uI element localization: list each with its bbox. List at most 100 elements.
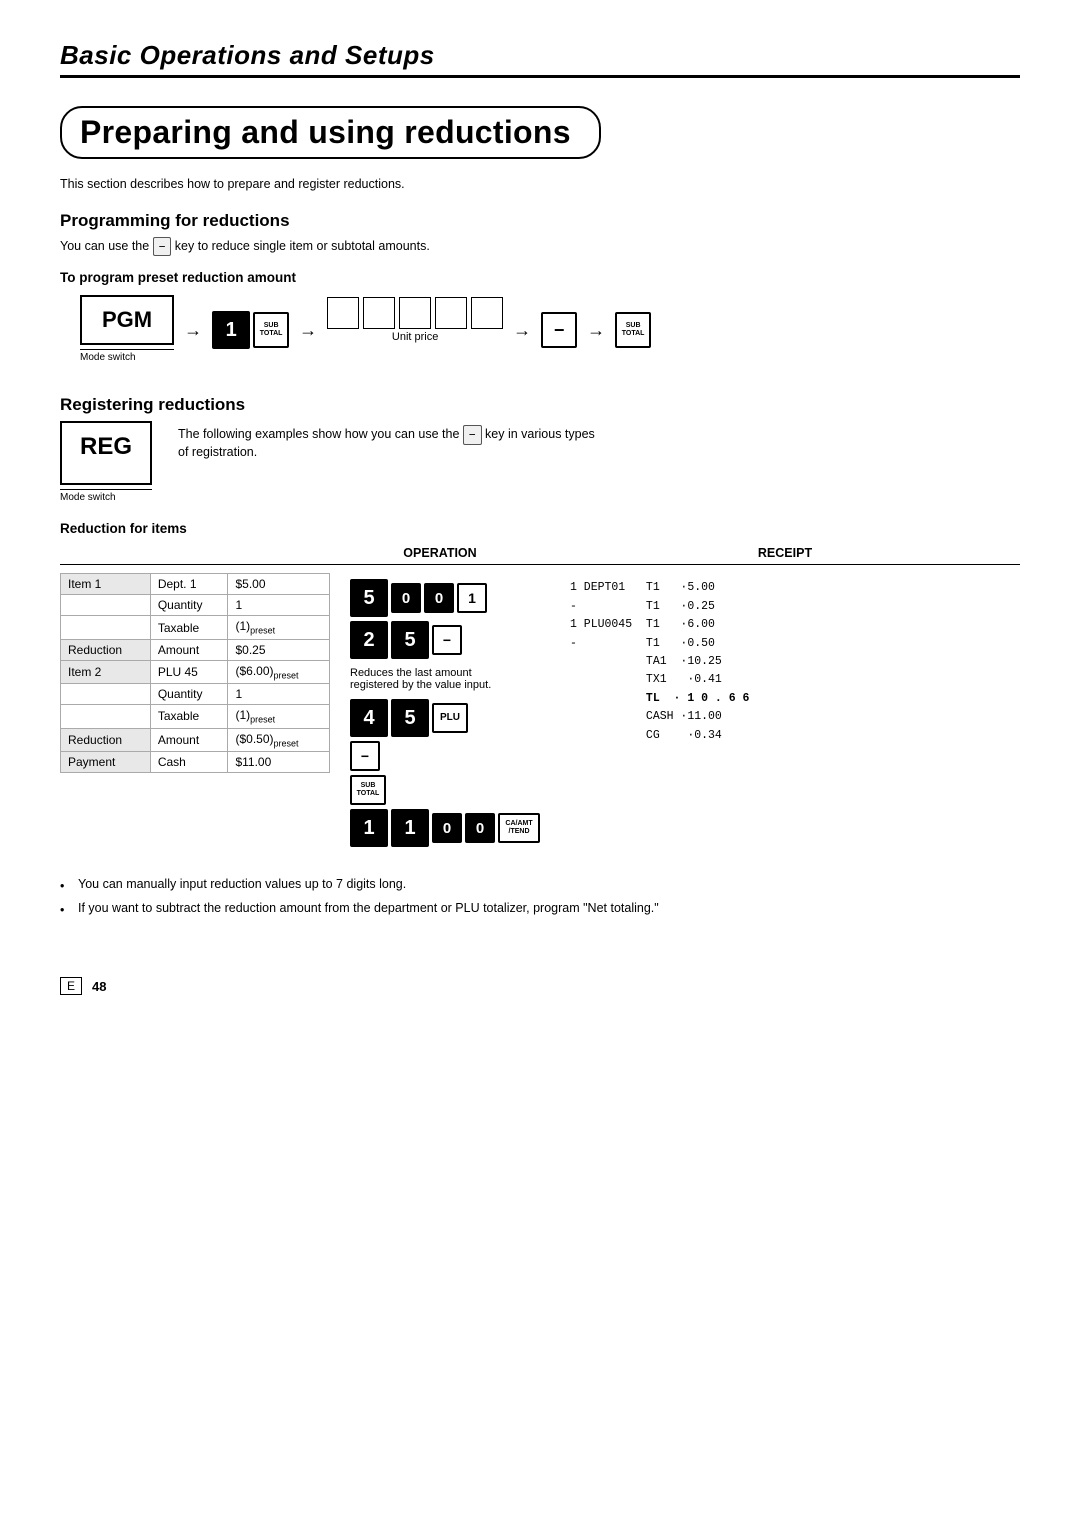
receipt-line-5: TA1 ·10.25 — [570, 653, 770, 671]
receipt-line-3: 1 PLU0045 T1 ·6.00 — [570, 616, 770, 634]
programming-heading: Programming for reductions — [60, 211, 1020, 231]
plu-key: PLU — [432, 703, 468, 733]
reg-diagram: REG Mode switch The following examples s… — [60, 421, 1020, 507]
op-row-5: SUBTOTAL — [350, 775, 386, 805]
key-1: 1 — [212, 311, 250, 349]
cell-taxable2-label: Taxable — [150, 705, 228, 728]
bullet-dot-1: • — [60, 879, 70, 893]
op-row-4: − — [350, 741, 380, 771]
bullet-section: • You can manually input reduction value… — [60, 877, 1020, 917]
operation-label: OPERATION — [330, 546, 550, 560]
preset-sub4: preset — [274, 738, 299, 748]
cell-item2-price: ($6.00)preset — [228, 660, 330, 683]
key-minus-1: − — [432, 625, 462, 655]
page-title-container: Preparing and using reductions — [60, 106, 601, 159]
cell-item1-price: $5.00 — [228, 574, 330, 595]
cell-item1-dept: Dept. 1 — [150, 574, 228, 595]
cell-qty2-val: 1 — [228, 684, 330, 705]
preset-reduction-heading: To program preset reduction amount — [60, 270, 1020, 285]
programming-body: You can use the − key to reduce single i… — [60, 237, 1020, 256]
receipt-line-6: TX1 ·0.41 — [570, 671, 770, 689]
table-row: Reduction Amount ($0.50)preset — [61, 728, 330, 751]
receipt-column: 1 DEPT01 T1 ·5.00 - T1 ·0.25 1 PLU0045 T… — [570, 573, 770, 745]
cell-payment-label: Payment — [61, 751, 151, 772]
bullet-dot-2: • — [60, 903, 70, 917]
blank-key-4 — [435, 297, 467, 329]
op-row-1: 5 0 0 1 — [350, 579, 487, 617]
op-row-6: 1 1 0 0 CA/AMT/TEND — [350, 809, 540, 847]
reduction-for-items: Reduction for items OPERATION RECEIPT It… — [60, 521, 1020, 847]
receipt-line-1: 1 DEPT01 T1 ·5.00 — [570, 579, 770, 597]
preset-sub2: preset — [274, 670, 299, 680]
cell-qty1-label: Quantity — [150, 595, 228, 616]
preset-sub3: preset — [250, 715, 275, 725]
bullet-text-2: If you want to subtract the reduction am… — [78, 901, 659, 915]
cell-reduction2-amount-label: Amount — [150, 728, 228, 751]
cell-taxable1-val: (1)preset — [228, 616, 330, 639]
registering-heading: Registering reductions — [60, 395, 1020, 415]
op-row-2: 2 5 − — [350, 621, 462, 659]
mode-switch-label: Mode switch — [80, 349, 174, 363]
table-row: Quantity 1 — [61, 595, 330, 616]
bullet-item-2: • If you want to subtract the reduction … — [60, 901, 1020, 917]
key-5-big-2: 5 — [391, 621, 429, 659]
minus-key-inline: − — [153, 237, 172, 256]
pgm-box: PGM — [80, 295, 174, 345]
reg-mode-switch-label: Mode switch — [60, 489, 152, 503]
cell-reduction2-amount-val: ($0.50)preset — [228, 728, 330, 751]
blank-key-5 — [471, 297, 503, 329]
cell-reduction1-amount-val: $0.25 — [228, 639, 330, 660]
ca-amt-key: CA/AMT/TEND — [498, 813, 540, 843]
sub-total-key-1: SUBTOTAL — [253, 312, 289, 348]
arrow3: → — [513, 320, 531, 341]
cell-payment-amount: $11.00 — [228, 751, 330, 772]
bullet-text-1: You can manually input reduction values … — [78, 877, 406, 891]
blank-key-3 — [399, 297, 431, 329]
key-1-big-2: 1 — [391, 809, 429, 847]
bullet-item-1: • You can manually input reduction value… — [60, 877, 1020, 893]
page-footer: E 48 — [60, 977, 1020, 995]
cell-item2-plu: PLU 45 — [150, 660, 228, 683]
intro-text: This section describes how to prepare an… — [60, 177, 1020, 191]
unit-price-keys — [327, 297, 503, 329]
receipt-line-9: CG ·0.34 — [570, 727, 770, 745]
op-rec-divider — [60, 564, 1020, 565]
pgm-diagram: PGM Mode switch → 1 SUBTOTAL → Unit pric… — [80, 295, 1020, 365]
cell-empty4 — [61, 705, 151, 728]
receipt-line-2: - T1 ·0.25 — [570, 598, 770, 616]
main-content-area: Item 1 Dept. 1 $5.00 Quantity 1 Taxable … — [60, 573, 1020, 847]
receipt-line-7: TL · 1 0 . 6 6 — [570, 690, 770, 708]
table-row: Payment Cash $11.00 — [61, 751, 330, 772]
sub-total-key-op: SUBTOTAL — [350, 775, 386, 805]
chapter-title: Basic Operations and Setups — [60, 40, 1020, 71]
table-row: Item 2 PLU 45 ($6.00)preset — [61, 660, 330, 683]
key-5-big-3: 5 — [391, 699, 429, 737]
sub-total-key-2: SUBTOTAL — [615, 312, 651, 348]
op-note: Reduces the last amountregistered by the… — [350, 667, 491, 691]
blank-key-2 — [363, 297, 395, 329]
table-row: Taxable (1)preset — [61, 616, 330, 639]
page-marker-box: E — [60, 977, 82, 995]
cell-payment-method: Cash — [150, 751, 228, 772]
key-0-3: 0 — [432, 813, 462, 843]
arrow1: → — [184, 320, 202, 341]
reg-description: The following examples show how you can … — [178, 421, 598, 458]
chapter-divider — [60, 75, 1020, 78]
key-5-big: 5 — [350, 579, 388, 617]
cell-empty2 — [61, 616, 151, 639]
cell-item2-label: Item 2 — [61, 660, 151, 683]
registering-section: Registering reductions REG Mode switch T… — [60, 395, 1020, 847]
reduction-items-heading: Reduction for items — [60, 521, 1020, 536]
operation-keys-column: 5 0 0 1 2 5 − Reduces the last amountreg… — [350, 573, 550, 847]
table-row: Reduction Amount $0.25 — [61, 639, 330, 660]
key-1-white: 1 — [457, 583, 487, 613]
cell-taxable1-label: Taxable — [150, 616, 228, 639]
table-row: Quantity 1 — [61, 684, 330, 705]
cell-empty3 — [61, 684, 151, 705]
arrow4: → — [587, 320, 605, 341]
key-0-2: 0 — [424, 583, 454, 613]
key-0-4: 0 — [465, 813, 495, 843]
page-number: 48 — [92, 979, 106, 994]
cell-qty1-val: 1 — [228, 595, 330, 616]
table-row: Item 1 Dept. 1 $5.00 — [61, 574, 330, 595]
